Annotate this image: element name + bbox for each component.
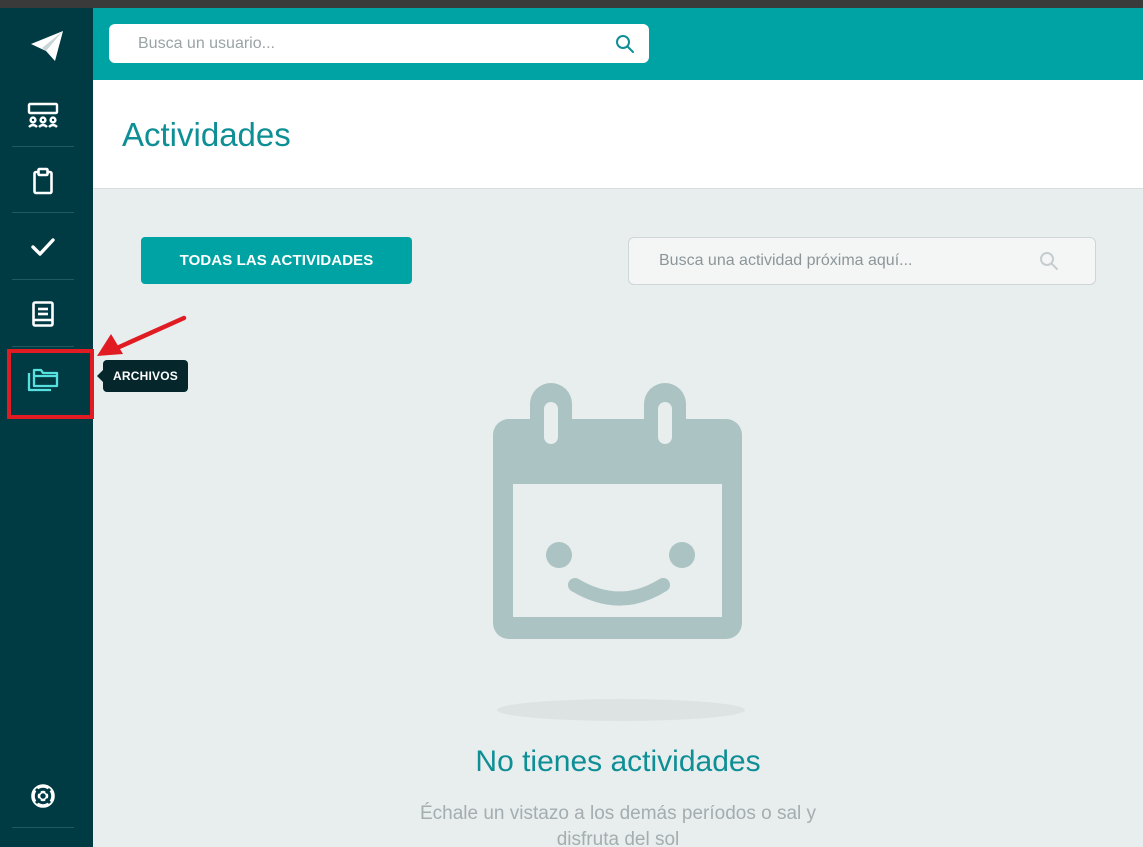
lifebuoy-icon <box>31 784 55 808</box>
sidebar <box>0 8 93 847</box>
window-top-strip <box>0 0 1143 8</box>
calendar-smile-icon <box>493 383 742 639</box>
annotation-arrow-icon <box>97 315 187 356</box>
sidebar-item-help[interactable] <box>12 763 74 829</box>
clipboard-icon <box>33 167 53 195</box>
group-icon <box>27 102 59 128</box>
top-bar: Busca un usuario... <box>93 8 1143 80</box>
user-search-input[interactable]: Busca un usuario... <box>109 24 649 63</box>
search-icon[interactable] <box>615 34 635 54</box>
page-header: Actividades <box>93 80 1143 189</box>
annotation-highlight-box <box>7 349 94 419</box>
page-title: Actividades <box>122 116 291 153</box>
sidebar-item-tasks[interactable] <box>12 148 74 214</box>
search-icon[interactable] <box>1039 251 1059 271</box>
user-search-placeholder: Busca un usuario... <box>138 34 275 52</box>
empty-state-subtitle: Échale un vistazo a los demás períodos o… <box>419 803 817 847</box>
sidebar-item-groups[interactable] <box>12 82 74 148</box>
sidebar-divider <box>12 827 74 828</box>
tooltip-files: ARCHIVOS <box>97 360 188 392</box>
sidebar-divider <box>12 146 74 147</box>
activity-search-input[interactable]: Busca una actividad próxima aquí... <box>628 237 1096 285</box>
check-icon <box>31 238 55 256</box>
sidebar-divider <box>12 279 74 280</box>
activity-search-placeholder: Busca una actividad próxima aquí... <box>659 252 913 269</box>
empty-state-title: No tienes actividades <box>475 745 761 778</box>
illustration-shadow <box>497 699 745 721</box>
sidebar-item-activities[interactable] <box>12 214 74 280</box>
sidebar-logo[interactable] <box>0 22 93 70</box>
book-icon <box>32 301 54 327</box>
sidebar-item-notebook[interactable] <box>12 281 74 347</box>
sidebar-divider <box>12 212 74 213</box>
all-activities-button[interactable]: TODAS LAS ACTIVIDADES <box>141 237 412 284</box>
send-icon <box>30 31 63 61</box>
